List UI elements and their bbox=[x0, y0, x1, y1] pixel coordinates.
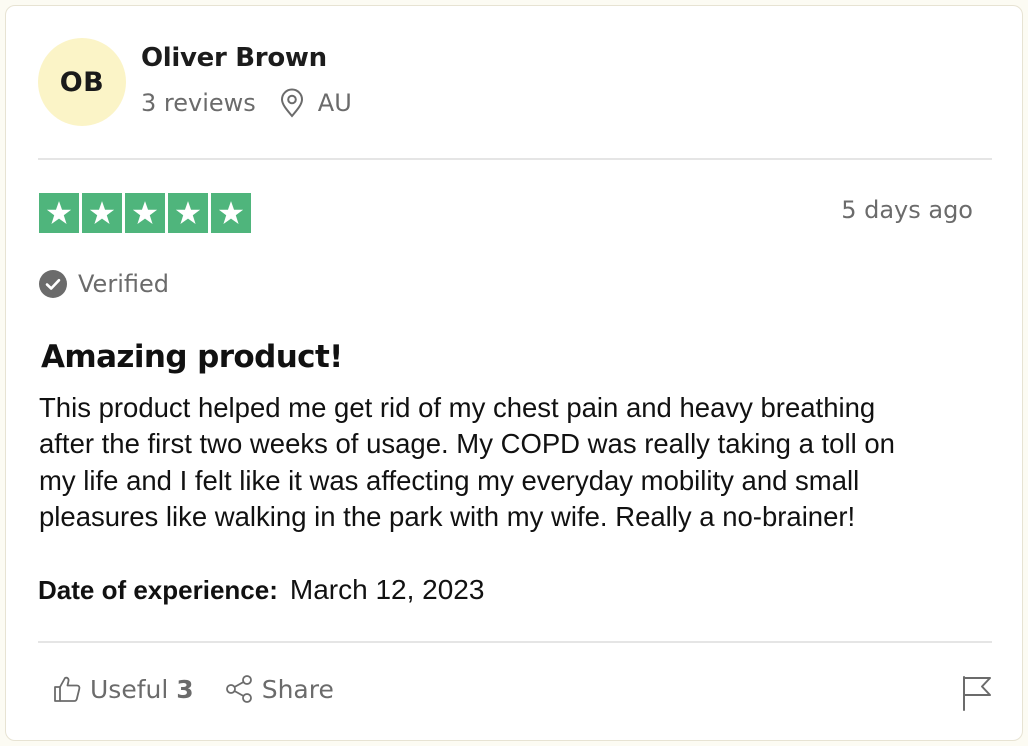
check-circle-icon bbox=[39, 270, 67, 298]
reviewer-location: AU bbox=[317, 89, 352, 117]
review-line: after the first two weeks of usage. My C… bbox=[39, 428, 895, 460]
star-icon bbox=[211, 193, 251, 233]
review-actions: Useful 3 Share bbox=[52, 674, 334, 704]
review-title[interactable]: Amazing product! bbox=[41, 339, 343, 375]
star-rating bbox=[39, 193, 251, 233]
review-body: This product helped me get rid of my che… bbox=[39, 390, 999, 535]
experience-value: March 12, 2023 bbox=[289, 574, 485, 605]
share-label: Share bbox=[261, 674, 334, 704]
review-count: 3 reviews bbox=[141, 89, 256, 117]
share-icon bbox=[225, 675, 252, 703]
review-line: This product helped me get rid of my che… bbox=[39, 392, 876, 423]
thumbs-up-icon bbox=[54, 676, 81, 702]
footer-divider bbox=[38, 641, 992, 643]
avatar[interactable]: OB bbox=[38, 38, 126, 126]
useful-button[interactable]: Useful 3 bbox=[52, 674, 194, 704]
star-icon bbox=[125, 193, 165, 233]
star-icon bbox=[168, 193, 208, 233]
review-line: my life and I felt like it was affecting… bbox=[39, 464, 860, 496]
review-line: pleasures like walking in the park with … bbox=[39, 500, 856, 532]
verified-label: Verified bbox=[78, 270, 169, 298]
verified-badge: Verified bbox=[38, 269, 169, 299]
star-icon bbox=[39, 193, 79, 233]
star-icon bbox=[82, 193, 122, 233]
date-of-experience: Date of experience: March 12, 2023 bbox=[38, 574, 484, 606]
header-divider bbox=[38, 158, 992, 160]
reviewer-meta: 3 reviews AU bbox=[141, 88, 352, 118]
review-card: OB Oliver Brown 3 reviews AU 5 days ago … bbox=[5, 5, 1023, 741]
flag-icon[interactable] bbox=[961, 675, 993, 711]
review-date: 5 days ago bbox=[841, 196, 973, 224]
reviewer-name[interactable]: Oliver Brown bbox=[141, 43, 327, 73]
share-button[interactable]: Share bbox=[224, 674, 334, 704]
useful-count: 3 bbox=[176, 674, 194, 704]
experience-label: Date of experience: bbox=[38, 575, 278, 605]
location-pin-icon bbox=[280, 88, 303, 118]
useful-label: Useful bbox=[90, 674, 169, 704]
